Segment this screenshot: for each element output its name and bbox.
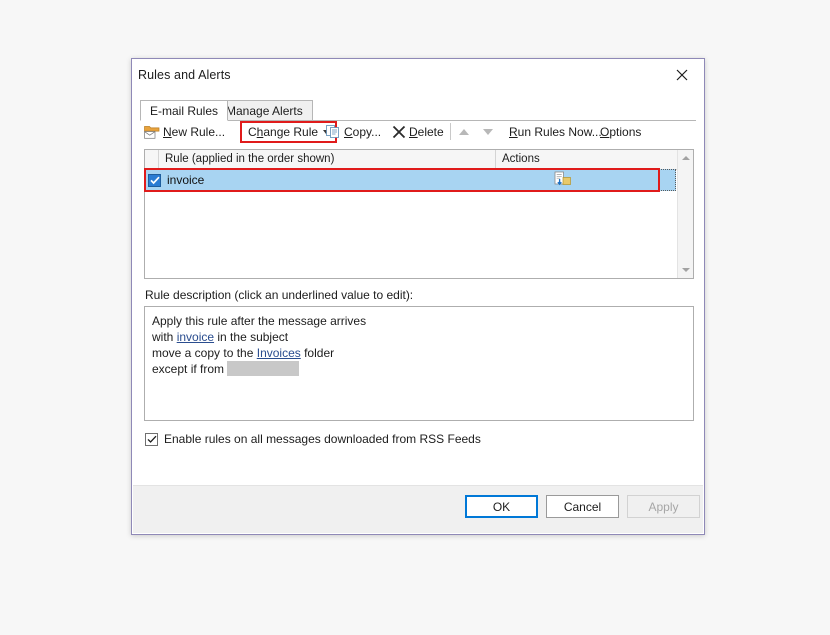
rules-toolbar: New Rule... Change Rule Copy...: [140, 120, 696, 147]
rules-list-header-actions[interactable]: Actions: [496, 150, 676, 169]
tab-manage-alerts-label: Manage Alerts: [226, 104, 303, 118]
rss-feeds-label: Enable rules on all messages downloaded …: [164, 432, 481, 446]
run-rules-now-label: Run Rules Now...: [509, 125, 602, 139]
copy-label: Copy...: [344, 125, 381, 139]
delete-label: Delete: [409, 125, 444, 139]
checkmark-icon: [150, 176, 160, 185]
description-line: move a copy to the Invoices folder: [152, 345, 686, 361]
rules-list-header-rule[interactable]: Rule (applied in the order shown): [159, 150, 496, 169]
options-label: Options: [600, 125, 641, 139]
description-link-folder[interactable]: Invoices: [257, 346, 301, 360]
new-rule-folder-icon: [144, 125, 160, 139]
options-button[interactable]: Options: [600, 120, 641, 144]
close-icon[interactable]: [660, 59, 704, 91]
checkmark-icon: [147, 435, 157, 444]
new-rule-label: New Rule...: [163, 125, 225, 139]
move-rule-down-button[interactable]: [483, 120, 493, 144]
description-text: folder: [301, 346, 334, 360]
rule-description-box[interactable]: Apply this rule after the message arrive…: [144, 306, 694, 421]
chevron-up-icon: [682, 156, 690, 160]
delete-button[interactable]: Delete: [392, 120, 444, 144]
delete-x-icon: [392, 125, 406, 139]
description-text: with: [152, 330, 177, 344]
scrollbar-up-arrow[interactable]: [678, 150, 693, 166]
dialog-title: Rules and Alerts: [138, 68, 231, 82]
tab-email-rules[interactable]: E-mail Rules: [140, 100, 228, 121]
rules-list-header: Rule (applied in the order shown) Action…: [145, 150, 693, 170]
apply-button-label: Apply: [648, 500, 678, 514]
dialog-body: E-mail Rules Manage Alerts: [132, 92, 704, 534]
tab-email-rules-label: E-mail Rules: [150, 104, 218, 118]
move-rule-up-button[interactable]: [459, 120, 469, 144]
apply-button: Apply: [627, 495, 700, 518]
toolbar-separator: [450, 123, 451, 140]
description-text: move a copy to the: [152, 346, 257, 360]
rules-list-scrollbar[interactable]: [677, 150, 693, 278]
description-line: except if from: [152, 361, 686, 377]
ok-button-label: OK: [493, 500, 510, 514]
rss-feeds-option[interactable]: Enable rules on all messages downloaded …: [145, 432, 481, 446]
description-line: Apply this rule after the message arrive…: [152, 313, 686, 329]
ok-button[interactable]: OK: [465, 495, 538, 518]
dialog-titlebar: Rules and Alerts: [132, 59, 704, 92]
cancel-button[interactable]: Cancel: [546, 495, 619, 518]
table-row[interactable]: invoice: [145, 169, 676, 191]
tab-manage-alerts[interactable]: Manage Alerts: [216, 100, 313, 121]
dialog-footer: OK Cancel Apply: [133, 485, 703, 533]
description-line: with invoice in the subject: [152, 329, 686, 345]
scrollbar-down-arrow[interactable]: [678, 262, 693, 278]
copy-documents-icon: [326, 125, 341, 139]
change-rule-label: Change Rule: [248, 125, 318, 139]
description-text: Apply this rule after the message arrive…: [152, 314, 366, 328]
rule-description-label: Rule description (click an underlined va…: [145, 288, 413, 302]
copy-button[interactable]: Copy...: [326, 120, 381, 144]
triangle-up-icon: [459, 129, 469, 135]
run-rules-now-button[interactable]: Run Rules Now...: [509, 120, 602, 144]
rules-and-alerts-dialog: Rules and Alerts E-mail Rules Manage Ale…: [131, 58, 705, 535]
email-rules-panel: New Rule... Change Rule Copy...: [140, 120, 696, 526]
tabstrip: E-mail Rules Manage Alerts: [140, 100, 696, 121]
cancel-button-label: Cancel: [564, 500, 601, 514]
rules-list-header-checkbox-column: [145, 150, 159, 169]
description-link-subject[interactable]: invoice: [177, 330, 214, 344]
move-to-folder-icon: [554, 171, 574, 189]
description-text: in the subject: [214, 330, 288, 344]
chevron-down-icon: [682, 268, 690, 272]
change-rule-button[interactable]: Change Rule: [240, 121, 337, 143]
redacted-sender[interactable]: [227, 361, 299, 376]
rules-list: Rule (applied in the order shown) Action…: [144, 149, 694, 279]
rule-enabled-checkbox[interactable]: [148, 174, 161, 187]
new-rule-button[interactable]: New Rule...: [144, 120, 225, 144]
triangle-down-icon: [483, 129, 493, 135]
description-text: except if from: [152, 362, 227, 376]
rss-feeds-checkbox[interactable]: [145, 433, 158, 446]
rule-name-label: invoice: [167, 173, 204, 187]
rules-list-rows: invoice: [145, 169, 676, 191]
